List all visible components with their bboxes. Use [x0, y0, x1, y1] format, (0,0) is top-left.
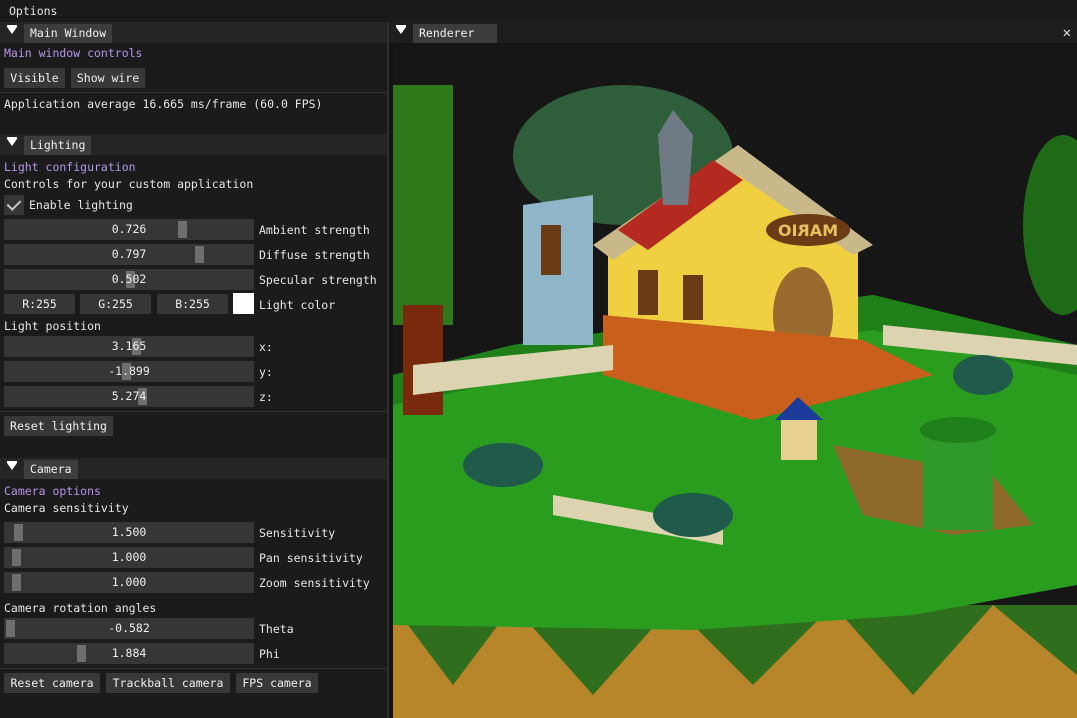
- lighting-heading: Light configuration: [4, 160, 136, 174]
- pan-sensitivity-value: 1.000: [111, 550, 147, 564]
- fps-readout: Application average 16.665 ms/frame (60.…: [4, 97, 323, 111]
- light-y-slider[interactable]: -1.899: [4, 361, 254, 382]
- reset-camera-button[interactable]: Reset camera: [4, 673, 100, 693]
- main-window-heading: Main window controls: [4, 46, 143, 60]
- light-z-value: 5.274: [111, 389, 147, 403]
- collapse-arrow-icon[interactable]: [7, 137, 17, 146]
- phi-slider[interactable]: 1.884: [4, 643, 254, 664]
- tab-main-window[interactable]: Main Window: [24, 24, 113, 43]
- reset-lighting-button[interactable]: Reset lighting: [4, 416, 113, 436]
- main-window-tabbar: Main Window: [0, 22, 387, 43]
- lighting-subheading: Controls for your custom application: [4, 177, 254, 191]
- collapse-arrow-icon[interactable]: [7, 461, 17, 470]
- light-x-value: 3.165: [111, 339, 147, 353]
- tab-lighting[interactable]: Lighting: [24, 136, 92, 155]
- menubar-title[interactable]: Options: [9, 4, 57, 18]
- sensitivity-value: 1.500: [111, 525, 147, 539]
- close-icon[interactable]: ✕: [1063, 25, 1071, 41]
- svg-text:MARIO: MARIO: [778, 221, 838, 240]
- ambient-slider[interactable]: 0.726: [4, 219, 254, 240]
- camera-tabbar: Camera: [0, 458, 387, 479]
- pan-sensitivity-slider[interactable]: 1.000: [4, 547, 254, 568]
- light-color-swatch[interactable]: [233, 293, 254, 314]
- zoom-sensitivity-slider[interactable]: 1.000: [4, 572, 254, 593]
- theta-slider[interactable]: -0.582: [4, 618, 254, 639]
- light-z-slider[interactable]: 5.274: [4, 386, 254, 407]
- specular-label: Specular strength: [259, 273, 377, 287]
- divider: [0, 411, 387, 412]
- camera-heading: Camera options: [4, 484, 101, 498]
- divider: [0, 92, 387, 93]
- renderer-tabbar: Renderer ✕: [389, 22, 1077, 43]
- enable-lighting-label: Enable lighting: [29, 198, 133, 212]
- light-y-value: -1.899: [108, 364, 150, 378]
- light-color-g-field[interactable]: G:255: [80, 294, 151, 314]
- sensitivity-label: Sensitivity: [259, 526, 336, 540]
- tab-renderer[interactable]: Renderer: [413, 24, 497, 43]
- camera-sensitivity-heading: Camera sensitivity: [4, 501, 129, 515]
- theta-label: Theta: [259, 622, 294, 636]
- visible-button[interactable]: Visible: [4, 68, 65, 88]
- renderer-panel: Renderer ✕ MARIO: [389, 22, 1077, 718]
- sensitivity-slider[interactable]: 1.500: [4, 522, 254, 543]
- specular-slider[interactable]: 0.502: [4, 269, 254, 290]
- phi-label: Phi: [259, 647, 280, 661]
- options-panel: Main Window Main window controls Visible…: [0, 22, 389, 718]
- show-wire-button[interactable]: Show wire: [71, 68, 145, 88]
- ambient-label: Ambient strength: [259, 223, 370, 237]
- light-color-b-field[interactable]: B:255: [157, 294, 228, 314]
- light-z-label: z:: [259, 390, 273, 404]
- trackball-camera-button[interactable]: Trackball camera: [106, 673, 230, 693]
- diffuse-value: 0.797: [111, 247, 147, 261]
- light-y-label: y:: [259, 365, 273, 379]
- checkmark-icon: [6, 196, 22, 211]
- camera-rotation-heading: Camera rotation angles: [4, 601, 157, 615]
- zoom-sensitivity-label: Zoom sensitivity: [259, 576, 370, 590]
- tab-camera[interactable]: Camera: [24, 460, 78, 479]
- theta-value: -0.582: [108, 621, 150, 635]
- diffuse-label: Diffuse strength: [259, 248, 370, 262]
- enable-lighting-checkbox[interactable]: [4, 195, 24, 215]
- divider: [0, 668, 387, 669]
- collapse-arrow-icon[interactable]: [7, 25, 17, 34]
- pan-sensitivity-label: Pan sensitivity: [259, 551, 363, 565]
- phi-value: 1.884: [111, 646, 147, 660]
- light-color-r-field[interactable]: R:255: [4, 294, 75, 314]
- fps-camera-button[interactable]: FPS camera: [236, 673, 318, 693]
- light-x-label: x:: [259, 340, 273, 354]
- zoom-sensitivity-value: 1.000: [111, 575, 147, 589]
- renderer-viewport[interactable]: MARIO: [393, 45, 1077, 718]
- specular-value: 0.502: [111, 272, 147, 286]
- light-x-slider[interactable]: 3.165: [4, 336, 254, 357]
- diffuse-slider[interactable]: 0.797: [4, 244, 254, 265]
- menubar: Options: [0, 0, 1077, 23]
- ambient-value: 0.726: [111, 222, 147, 236]
- light-position-label: Light position: [4, 319, 101, 333]
- collapse-arrow-icon[interactable]: [396, 25, 406, 34]
- light-color-label: Light color: [259, 298, 336, 312]
- lighting-tabbar: Lighting: [0, 134, 387, 155]
